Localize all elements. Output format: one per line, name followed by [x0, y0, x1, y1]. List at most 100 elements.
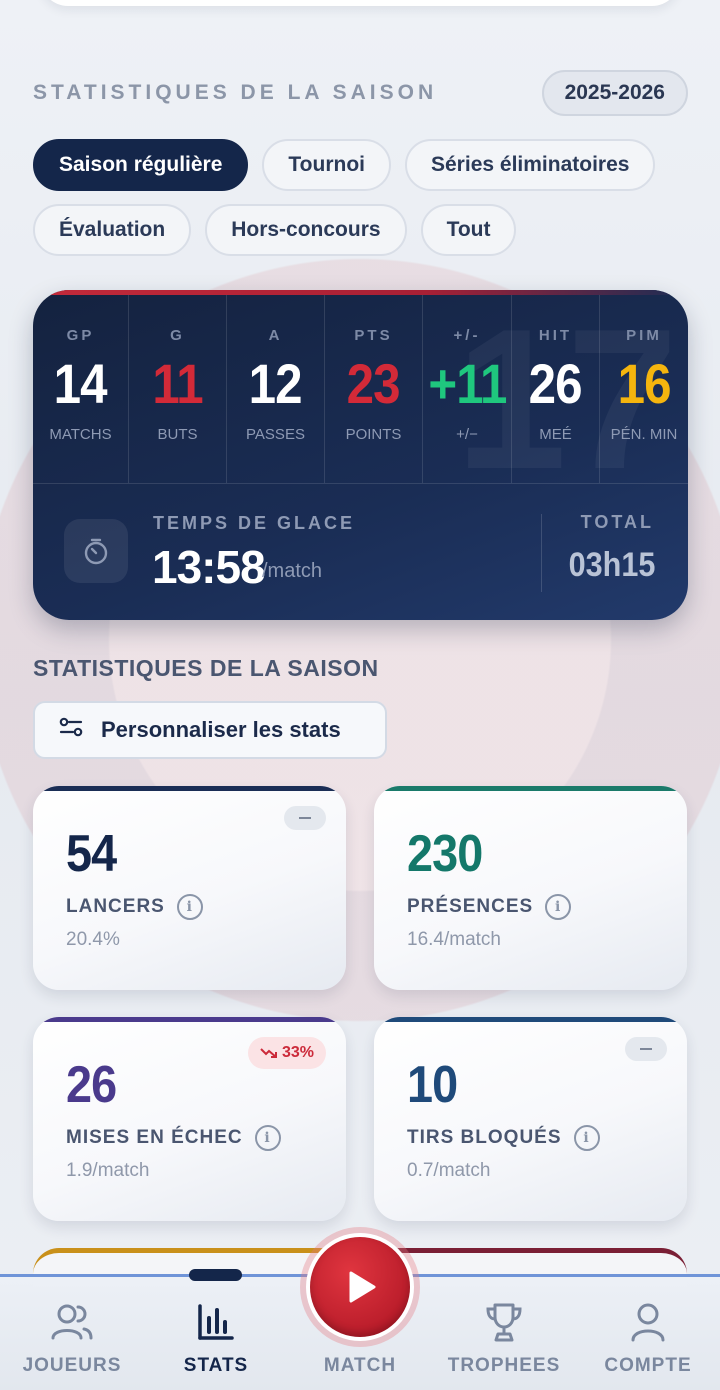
- tile-label: MISES EN ÉCHEC: [66, 1127, 243, 1148]
- stat-pts: PTS 23 POINTS: [325, 295, 423, 483]
- filter-chip-tout[interactable]: Tout: [420, 204, 517, 256]
- nav-label: COMPTE: [604, 1355, 692, 1376]
- stat-abbr: A: [268, 327, 283, 344]
- nav-joueurs[interactable]: JOUEURS: [0, 1277, 144, 1390]
- trophy-icon: [484, 1301, 524, 1343]
- tile-label-row: TIRS BLOQUÉS i: [407, 1125, 600, 1151]
- stat-abbr: PTS: [354, 327, 393, 344]
- user-icon: [630, 1301, 666, 1343]
- tile-label: LANCERS: [66, 896, 165, 917]
- customize-stats-button[interactable]: Personnaliser les stats: [33, 701, 387, 759]
- ice-time-title: TEMPS DE GLACE: [153, 513, 356, 533]
- divider: [541, 514, 542, 592]
- sliders-icon: [59, 716, 83, 744]
- stat-label: PASSES: [246, 426, 305, 443]
- stat-label: MATCHS: [49, 426, 112, 443]
- customize-stats-label: Personnaliser les stats: [101, 717, 341, 742]
- stat-value: 16: [617, 352, 671, 415]
- page-title: STATISTIQUES DE LA SAISON: [33, 81, 438, 104]
- stat-tile-mises-en-echec[interactable]: 33% 26 MISES EN ÉCHEC i 1.9/match: [33, 1017, 346, 1221]
- stat-abbr: +/-: [453, 327, 481, 344]
- stat-value: 12: [248, 352, 303, 415]
- info-icon[interactable]: i: [545, 894, 572, 920]
- filter-chip-evaluation[interactable]: Évaluation: [33, 204, 192, 256]
- stat-gp: GP 14 MATCHS: [33, 295, 129, 483]
- stopwatch-icon: [64, 519, 128, 583]
- nav-label: TROPHEES: [447, 1355, 561, 1376]
- info-icon[interactable]: i: [573, 1125, 600, 1151]
- filter-chip-series[interactable]: Séries éliminatoires: [405, 139, 656, 191]
- stat-abbr: HIT: [538, 327, 573, 344]
- nav-label: MATCH: [323, 1355, 397, 1376]
- tile-subtext: 1.9/match: [66, 1160, 150, 1181]
- stat-hit: HIT 26 MEÉ: [512, 295, 600, 483]
- filter-chip-tournoi[interactable]: Tournoi: [262, 139, 391, 191]
- top-card-edge: [40, 0, 680, 6]
- stat-tile-presences[interactable]: 230 PRÉSENCES i 16.4/match: [374, 786, 687, 990]
- section-title: STATISTIQUES DE LA SAISON: [33, 655, 379, 681]
- nav-trophees[interactable]: TROPHEES: [432, 1277, 576, 1390]
- tile-accent-bar: [374, 786, 687, 791]
- summary-stats-row: GP 14 MATCHS G 11 BUTS A 12 PASSES PTS 2…: [33, 295, 688, 483]
- season-header: STATISTIQUES DE LA SAISON 2025-2026: [33, 70, 688, 116]
- ice-time-row: TEMPS DE GLACE 13:58 /match TOTAL 03h15: [33, 483, 688, 620]
- trend-down-icon: [260, 1048, 277, 1058]
- play-icon: [349, 1271, 376, 1303]
- stat-value: 26: [528, 352, 583, 415]
- nav-compte[interactable]: COMPTE: [576, 1277, 720, 1390]
- nav-stats[interactable]: STATS: [144, 1277, 288, 1390]
- tile-accent-bar: [374, 1017, 687, 1022]
- trend-flat-icon: [625, 1037, 667, 1061]
- stat-abbr: GP: [66, 327, 95, 344]
- trend-down-badge: 33%: [247, 1037, 326, 1069]
- season-summary-card: 17 GP 14 MATCHS G 11 BUTS A 12 PASSES PT…: [33, 290, 688, 620]
- bar-chart-icon: [196, 1301, 236, 1343]
- info-icon[interactable]: i: [176, 894, 203, 920]
- stat-label: +/−: [456, 426, 478, 443]
- filter-chip-hors-concours[interactable]: Hors-concours: [205, 204, 407, 256]
- tile-label-row: MISES EN ÉCHEC i: [66, 1125, 281, 1151]
- nav-label: STATS: [183, 1355, 249, 1376]
- tile-value: 54: [66, 825, 117, 883]
- tile-label: PRÉSENCES: [407, 896, 534, 917]
- tile-subtext: 0.7/match: [407, 1160, 491, 1181]
- stat-value: 11: [152, 352, 203, 415]
- stat-label: POINTS: [345, 426, 402, 443]
- tile-value: 230: [407, 825, 483, 883]
- stat-value: 23: [346, 352, 401, 415]
- tile-label-row: PRÉSENCES i: [407, 894, 572, 920]
- active-tab-indicator: [189, 1269, 242, 1281]
- tile-label-row: LANCERS i: [66, 894, 203, 920]
- season-selector[interactable]: 2025-2026: [541, 70, 688, 116]
- ice-time-unit: /match: [262, 560, 323, 582]
- stat-tile-tirs-bloques[interactable]: 10 TIRS BLOQUÉS i 0.7/match: [374, 1017, 687, 1221]
- tile-value: 26: [66, 1056, 117, 1114]
- stat-pim: PIM 16 PÉN. MIN: [600, 295, 688, 483]
- trend-flat-icon: [284, 806, 326, 830]
- filter-chips: Saison régulière Tournoi Séries éliminat…: [33, 139, 693, 256]
- total-value: 03h15: [568, 546, 655, 584]
- ice-time-value: 13:58: [152, 541, 266, 593]
- users-icon: [50, 1301, 94, 1343]
- filter-chip-saison-reguliere[interactable]: Saison régulière: [33, 139, 249, 191]
- tile-accent-bar: [33, 786, 346, 791]
- tile-subtext: 20.4%: [66, 929, 120, 950]
- stat-value: +11: [427, 352, 507, 415]
- stat-abbr: PIM: [626, 327, 662, 344]
- total-label: TOTAL: [580, 512, 654, 532]
- nav-label: JOUEURS: [22, 1355, 122, 1376]
- stat-plus-minus: +/- +11 +/−: [423, 295, 512, 483]
- match-play-button[interactable]: [300, 1227, 420, 1347]
- stat-tile-lancers[interactable]: 54 LANCERS i 20.4%: [33, 786, 346, 990]
- stat-label: BUTS: [157, 426, 198, 443]
- stat-label: PÉN. MIN: [610, 426, 678, 443]
- stat-label: MEÉ: [539, 426, 572, 443]
- tile-label: TIRS BLOQUÉS: [407, 1127, 562, 1148]
- stat-a: A 12 PASSES: [227, 295, 325, 483]
- stat-g: G 11 BUTS: [129, 295, 227, 483]
- trend-value: 33%: [281, 1044, 314, 1061]
- info-icon[interactable]: i: [254, 1125, 281, 1151]
- tile-subtext: 16.4/match: [407, 929, 501, 950]
- tile-accent-bar: [33, 1017, 346, 1022]
- stat-abbr: G: [170, 327, 185, 344]
